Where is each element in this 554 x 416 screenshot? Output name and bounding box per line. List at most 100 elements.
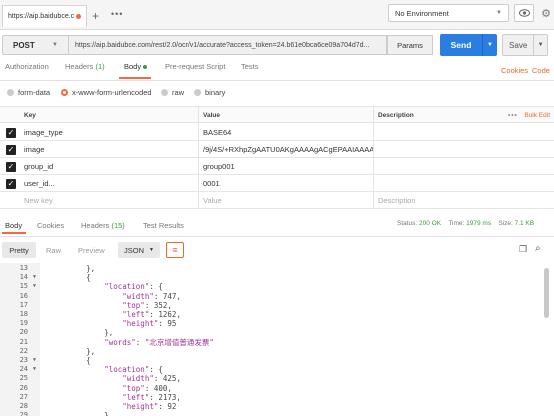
format-label: JSON (124, 245, 145, 255)
fold-arrow-icon[interactable]: ▼ (33, 357, 36, 363)
code-link[interactable]: Code (532, 66, 550, 75)
line-number: 28 (19, 402, 28, 410)
table-actions: ••• Bulk Edit (508, 107, 554, 124)
value-cell[interactable]: /9j/4S/+RXhpZgAATU0AKgAAAAgACgEPAAIAAAAG… (198, 141, 373, 158)
tab-body[interactable]: Body (124, 62, 148, 71)
new-tab-plus-icon[interactable]: + (92, 9, 99, 23)
save-button[interactable]: Save ▼ (502, 34, 548, 56)
radio-raw[interactable]: raw (161, 88, 184, 97)
radio-icon (7, 89, 14, 96)
tab-response-body[interactable]: Body (5, 221, 22, 230)
gear-icon[interactable]: ⚙ (538, 4, 554, 22)
value-cell[interactable]: BASE64 (198, 124, 373, 141)
raw-button[interactable]: Raw (46, 246, 61, 255)
method-select[interactable]: POST ▼ (2, 35, 69, 55)
description-cell[interactable] (373, 158, 508, 175)
line-number: 24 ▼ (19, 365, 36, 374)
more-tabs-icon[interactable]: ••• (111, 9, 123, 19)
checkbox[interactable]: ✓ (6, 128, 16, 138)
request-tabs: Authorization Headers (1) Body Pre-reque… (5, 62, 305, 78)
active-tab-underline (119, 77, 151, 79)
tab-tests[interactable]: Tests (241, 62, 259, 71)
line-number: 27 (19, 392, 28, 401)
tab-authorization[interactable]: Authorization (5, 62, 49, 71)
fold-arrow-icon[interactable]: ▼ (33, 283, 36, 289)
fold-arrow-icon[interactable]: ▼ (33, 274, 36, 280)
wrap-lines-icon[interactable]: ≡ (166, 242, 184, 258)
description-cell[interactable] (373, 141, 508, 158)
more-icon[interactable]: ••• (508, 112, 518, 119)
tab-response-cookies[interactable]: Cookies (37, 221, 64, 230)
table-row: ✓ user_id... 0001 (0, 175, 554, 192)
code-line: "top": 400, (122, 383, 172, 393)
code-line: }, (50, 411, 114, 416)
chevron-down-icon: ▼ (52, 42, 58, 48)
active-tab-underline (2, 232, 26, 234)
checkbox[interactable]: ✓ (6, 145, 16, 155)
table-row: ✓ image_type BASE64 (0, 124, 554, 141)
size-value: 7.1 KB (514, 220, 535, 227)
key-cell[interactable]: user_id... (24, 175, 196, 192)
description-cell[interactable] (373, 124, 508, 141)
checkbox[interactable]: ✓ (6, 162, 16, 172)
preview-button[interactable]: Preview (78, 246, 105, 255)
tab-prerequest-script[interactable]: Pre-request Script (165, 62, 225, 71)
chevron-down-icon[interactable]: ▼ (533, 35, 547, 55)
line-number: 20 (19, 328, 28, 337)
chevron-down-icon[interactable]: ▼ (482, 34, 497, 56)
search-icon[interactable]: ⌕ (535, 243, 541, 254)
new-key-input[interactable]: New key (24, 192, 196, 209)
code-line: "left": 2173, (122, 392, 181, 402)
key-cell[interactable]: group_id (24, 158, 196, 175)
code-line: "location": { (104, 282, 163, 292)
radio-binary[interactable]: binary (194, 88, 225, 97)
new-value-input[interactable]: Value (198, 192, 373, 209)
time-value: 1979 ms (466, 220, 492, 227)
description-cell[interactable] (373, 175, 508, 192)
scrollbar-thumb[interactable] (544, 268, 549, 318)
key-cell[interactable]: image (24, 141, 196, 158)
response-code-viewer[interactable]: 13 14 ▼ 15 ▼ 16 17 18 19 20 21 22 23 ▼ 24 ▼ 25 26 27 28 29 }… (0, 263, 554, 416)
method-label: POST (13, 40, 35, 50)
line-number: 16 (19, 291, 28, 300)
key-cell[interactable]: image_type (24, 124, 196, 141)
value-cell[interactable]: group001 (198, 158, 373, 175)
unsaved-dot-icon (76, 14, 81, 19)
table-header-row: Key Value Description ••• Bulk Edit (0, 106, 554, 124)
line-number: 17 (19, 300, 28, 309)
radio-urlencoded[interactable]: x-www-form-urlencoded (61, 88, 152, 97)
code-line: "height": 95 (122, 319, 177, 329)
environment-quick-look-button[interactable] (514, 4, 534, 22)
code-line: "height": 92 (122, 402, 177, 411)
status-value: 200 OK (419, 220, 442, 227)
radio-icon (194, 89, 201, 96)
bulk-edit-link[interactable]: Bulk Edit (524, 112, 550, 119)
code-line: }, (50, 346, 96, 356)
new-description-input[interactable]: Description (373, 192, 508, 209)
line-number: 23 ▼ (19, 356, 36, 364)
request-tab[interactable]: https://aip.baidubce.c (2, 5, 87, 27)
cookies-link[interactable]: Cookies (501, 66, 528, 75)
tab-headers[interactable]: Headers (1) (65, 62, 105, 71)
copy-icon[interactable]: ❐ (519, 244, 527, 255)
line-number: 14 ▼ (19, 273, 36, 282)
line-number: 21 (19, 337, 28, 346)
request-tab-label: https://aip.baidubce.c (8, 13, 75, 20)
tab-test-results[interactable]: Test Results (143, 221, 184, 230)
eye-icon (518, 9, 530, 17)
pretty-button[interactable]: Pretty (2, 242, 36, 258)
tab-response-headers[interactable]: Headers (15) (81, 221, 125, 230)
params-button[interactable]: Params (387, 35, 433, 55)
line-number: 22 (19, 346, 28, 355)
line-number: 26 (19, 383, 28, 392)
value-cell[interactable]: 0001 (198, 175, 373, 192)
fold-arrow-icon[interactable]: ▼ (33, 366, 36, 372)
send-button[interactable]: Send ▼ (440, 34, 497, 56)
format-select[interactable]: JSON ▼ (118, 242, 160, 258)
code-line: { (50, 273, 91, 283)
code-line: "words": "北京增值普通发票" (104, 337, 214, 347)
environment-select[interactable]: No Environment ▼ (388, 4, 509, 22)
radio-form-data[interactable]: form-data (7, 88, 50, 97)
checkbox[interactable]: ✓ (6, 179, 16, 189)
url-input[interactable]: https://aip.baidubce.com/rest/2.0/ocr/v1… (69, 35, 387, 55)
